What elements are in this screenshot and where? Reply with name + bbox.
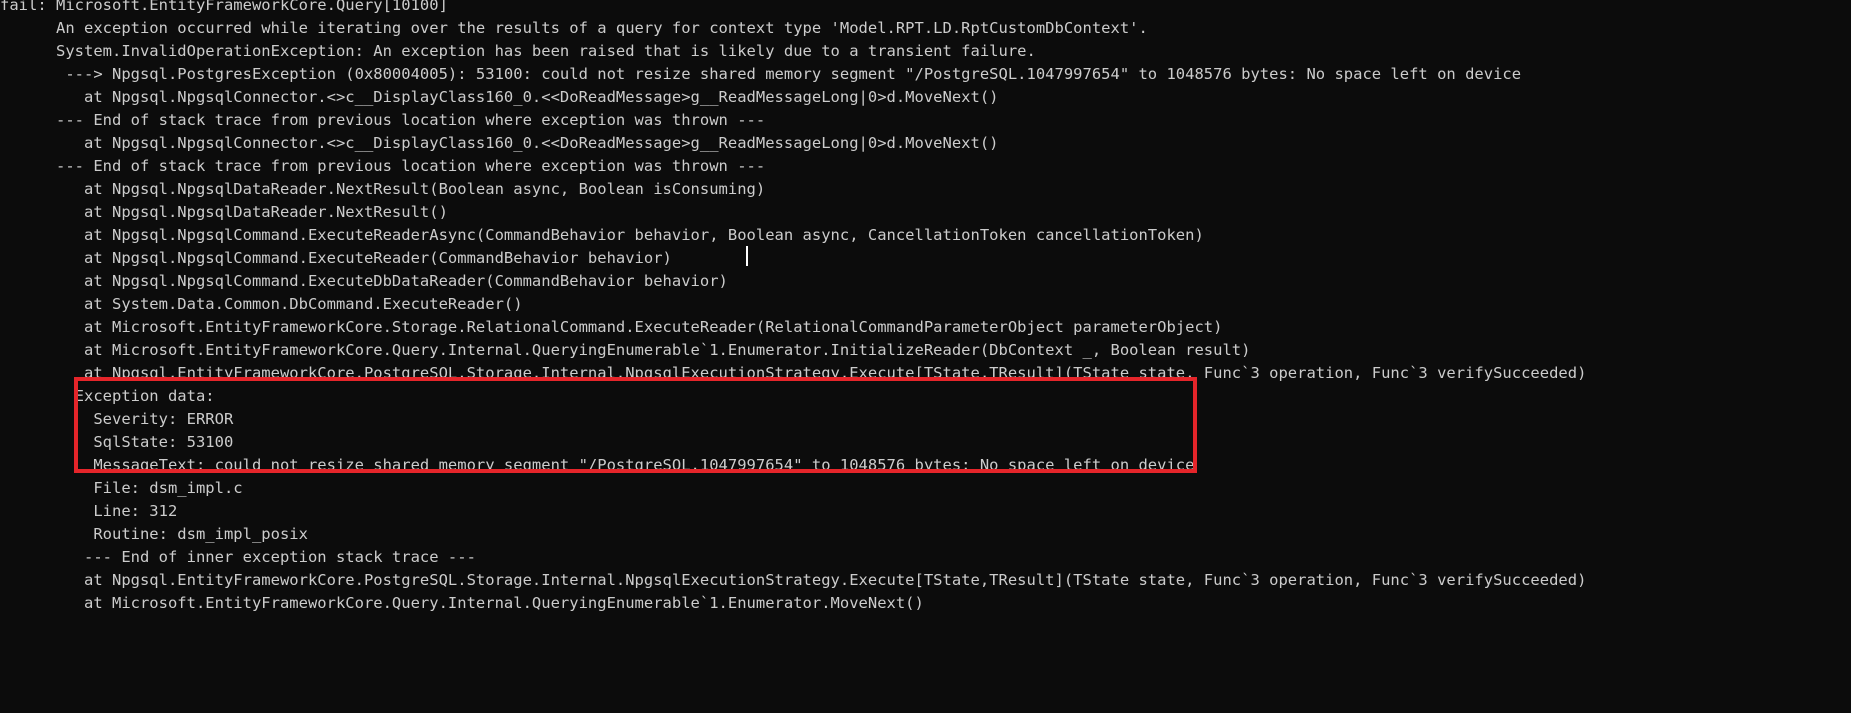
log-line-stack-frame: at Npgsql.EntityFrameworkCore.PostgreSQL… — [0, 364, 1587, 382]
text-cursor — [746, 246, 748, 266]
log-line-stack-frame: at Npgsql.NpgsqlCommand.ExecuteDbDataRea… — [0, 272, 728, 290]
log-line-stack-frame: at Npgsql.NpgsqlDataReader.NextResult() — [0, 203, 448, 221]
log-line-stack-frame: at System.Data.Common.DbCommand.ExecuteR… — [0, 295, 523, 313]
log-line-stack-frame: at Microsoft.EntityFrameworkCore.Query.I… — [0, 594, 924, 612]
log-line-stack-frame: at Microsoft.EntityFrameworkCore.Query.I… — [0, 341, 1251, 359]
log-line-end-inner-exception: --- End of inner exception stack trace -… — [0, 548, 476, 566]
log-line-postgres-exception: ---> Npgsql.PostgresException (0x8000400… — [0, 65, 1522, 83]
log-line-stack-frame: at Npgsql.NpgsqlDataReader.NextResult(Bo… — [0, 180, 766, 198]
console-window[interactable]: fail: Microsoft.EntityFrameworkCore.Quer… — [0, 0, 1851, 713]
log-line-message-text: MessageText: could not resize shared mem… — [0, 456, 1195, 474]
log-line-routine: Routine: dsm_impl_posix — [0, 525, 308, 543]
log-line-file: File: dsm_impl.c — [0, 479, 243, 497]
log-line-end-of-stack: --- End of stack trace from previous loc… — [0, 157, 766, 175]
log-line-stack-frame: at Npgsql.NpgsqlConnector.<>c__DisplayCl… — [0, 134, 999, 152]
log-line-exception-message: An exception occurred while iterating ov… — [0, 19, 1148, 37]
log-line-stack-frame: at Npgsql.NpgsqlConnector.<>c__DisplayCl… — [0, 88, 999, 106]
log-line-stack-frame: at Npgsql.NpgsqlCommand.ExecuteReaderAsy… — [0, 226, 1204, 244]
log-line-fail-header: fail: Microsoft.EntityFrameworkCore.Quer… — [0, 0, 448, 14]
log-line-line-number: Line: 312 — [0, 502, 178, 520]
log-line-sqlstate: SqlState: 53100 — [0, 433, 234, 451]
log-line-stack-frame: at Microsoft.EntityFrameworkCore.Storage… — [0, 318, 1223, 336]
log-line-end-of-stack: --- End of stack trace from previous loc… — [0, 111, 766, 129]
log-line-stack-frame: at Npgsql.NpgsqlCommand.ExecuteReader(Co… — [0, 249, 672, 267]
log-line-stack-frame: at Npgsql.EntityFrameworkCore.PostgreSQL… — [0, 571, 1587, 589]
log-line-severity: Severity: ERROR — [0, 410, 234, 428]
log-line-invalid-operation: System.InvalidOperationException: An exc… — [0, 42, 1036, 60]
log-line-exception-data-header: Exception data: — [0, 387, 215, 405]
